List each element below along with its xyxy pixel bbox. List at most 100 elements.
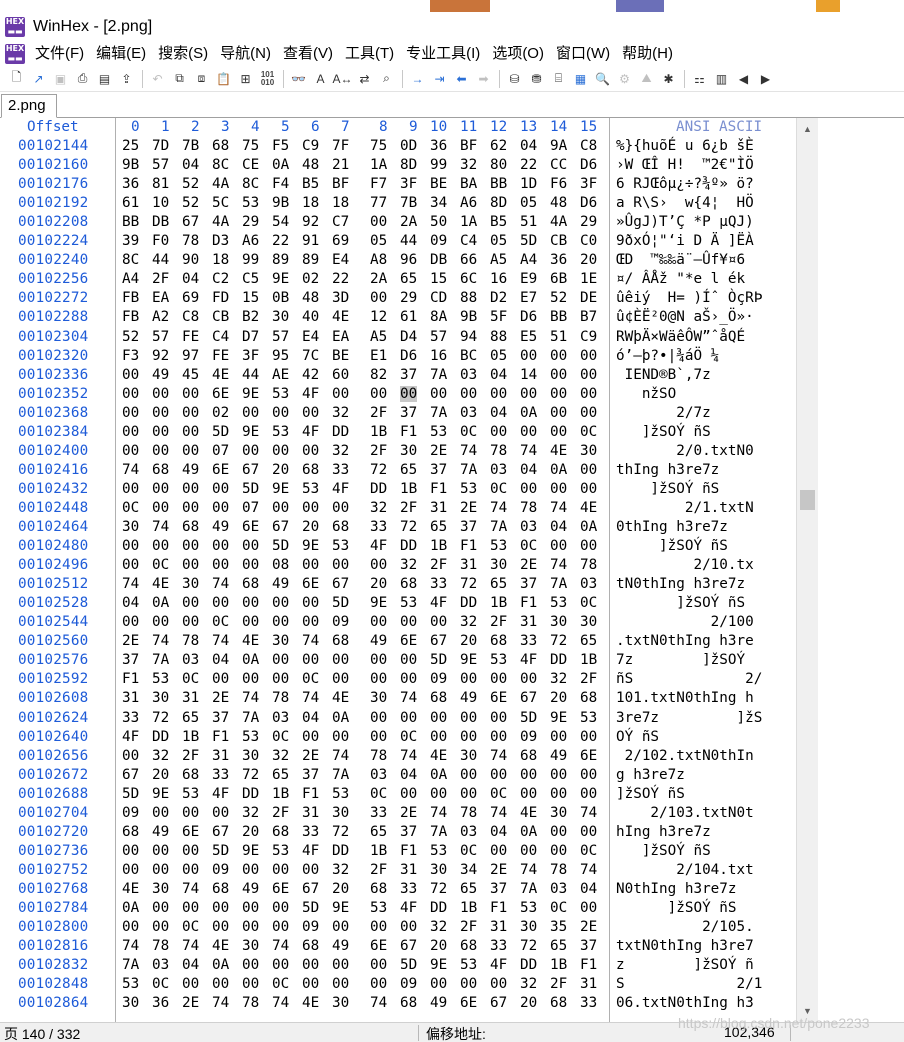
hex-byte[interactable]: 00 bbox=[430, 614, 447, 630]
hex-byte[interactable]: 57 bbox=[152, 329, 169, 345]
ansi-text[interactable]: ]žSOÝ ñS bbox=[616, 481, 719, 497]
hex-byte[interactable]: 00 bbox=[182, 862, 199, 878]
hex-byte[interactable]: 00 bbox=[580, 462, 597, 478]
hex-byte[interactable]: 09 bbox=[332, 614, 349, 630]
hex-row[interactable]: 00102160 9B 57 04 8C CE 0A 48 21 1A 8D 99 32 80 22 CC D6… bbox=[0, 157, 796, 176]
hex-byte[interactable]: 4F bbox=[212, 786, 229, 802]
disk-icon[interactable]: ⛁ bbox=[504, 69, 525, 89]
hex-byte[interactable]: 00 bbox=[460, 729, 477, 745]
hex-byte[interactable]: 02 bbox=[212, 405, 229, 421]
hex-byte[interactable]: 0A bbox=[580, 519, 597, 535]
hex-byte[interactable]: 4E bbox=[520, 805, 537, 821]
hex-byte[interactable]: B5 bbox=[302, 176, 319, 192]
hex-byte[interactable]: 7A bbox=[460, 462, 477, 478]
hex-byte[interactable]: 00 bbox=[182, 805, 199, 821]
hex-byte[interactable]: 20 bbox=[520, 995, 537, 1011]
hex-byte[interactable]: 96 bbox=[400, 252, 417, 268]
hex-byte[interactable]: 00 bbox=[370, 976, 387, 992]
hex-byte[interactable]: 53 bbox=[272, 424, 289, 440]
hex-byte[interactable]: 9E bbox=[152, 786, 169, 802]
hex-byte[interactable]: 68 bbox=[332, 519, 349, 535]
hex-byte[interactable]: 39 bbox=[122, 233, 139, 249]
hex-byte[interactable]: 20 bbox=[550, 690, 567, 706]
hex-byte[interactable]: 32 bbox=[242, 805, 259, 821]
hex-byte[interactable]: 89 bbox=[272, 252, 289, 268]
hex-byte[interactable]: 67 bbox=[212, 824, 229, 840]
hex-byte[interactable]: 44 bbox=[400, 233, 417, 249]
hex-byte[interactable]: 00 bbox=[182, 595, 199, 611]
ansi-text[interactable]: OÝ ñS bbox=[616, 729, 659, 745]
hex-row[interactable]: 00102624 33 72 65 37 7A 03 04 0A 00 00 00 00 00 5D 9E 53… bbox=[0, 710, 796, 729]
hex-byte[interactable]: 37 bbox=[580, 938, 597, 954]
hex-byte[interactable]: 2F bbox=[272, 805, 289, 821]
hex-byte[interactable]: F1 bbox=[520, 595, 537, 611]
hex-byte[interactable]: 1A bbox=[460, 214, 477, 230]
hex-byte[interactable]: 30 bbox=[182, 576, 199, 592]
replace-hex-icon[interactable]: ⇄ bbox=[354, 69, 375, 89]
hex-byte[interactable]: 30 bbox=[332, 995, 349, 1011]
hex-byte[interactable]: 0A bbox=[332, 710, 349, 726]
hex-byte[interactable]: 74 bbox=[490, 500, 507, 516]
hex-byte[interactable]: 30 bbox=[400, 443, 417, 459]
ansi-text[interactable]: 2/0.txtN0 bbox=[616, 443, 753, 459]
hex-byte[interactable]: 99 bbox=[430, 157, 447, 173]
hex-byte[interactable]: 4F bbox=[302, 424, 319, 440]
hex-byte[interactable]: 2F bbox=[490, 614, 507, 630]
hex-byte[interactable]: 00 bbox=[152, 405, 169, 421]
hex-byte[interactable]: 00 bbox=[182, 481, 199, 497]
hex-byte[interactable]: 34 bbox=[460, 862, 477, 878]
hex-byte[interactable]: 00 bbox=[520, 424, 537, 440]
hex-byte[interactable]: 77 bbox=[370, 195, 387, 211]
hex-byte[interactable]: 09 bbox=[400, 976, 417, 992]
hex-byte[interactable]: 32 bbox=[152, 748, 169, 764]
hex-byte[interactable]: 74 bbox=[212, 633, 229, 649]
hex-byte[interactable]: 9A bbox=[550, 138, 567, 154]
hex-byte[interactable]: 00 bbox=[580, 538, 597, 554]
hex-byte[interactable]: 32 bbox=[332, 405, 349, 421]
hex-byte[interactable]: 33 bbox=[212, 767, 229, 783]
hex-byte[interactable]: 49 bbox=[212, 519, 229, 535]
hex-byte[interactable]: 3F bbox=[400, 176, 417, 192]
hex-byte[interactable]: 00 bbox=[370, 557, 387, 573]
hex-byte[interactable]: 00 bbox=[332, 729, 349, 745]
hex-byte[interactable]: 00 bbox=[490, 386, 507, 402]
hex-byte[interactable]: 68 bbox=[212, 881, 229, 897]
hex-byte[interactable]: 00 bbox=[370, 671, 387, 687]
hex-byte[interactable]: 20 bbox=[430, 938, 447, 954]
hex-byte[interactable]: 00 bbox=[430, 786, 447, 802]
hex-byte[interactable]: 91 bbox=[302, 233, 319, 249]
hex-byte[interactable]: 49 bbox=[152, 824, 169, 840]
hex-byte[interactable]: 37 bbox=[490, 881, 507, 897]
hex-byte[interactable]: 00 bbox=[302, 500, 319, 516]
hex-byte[interactable]: 20 bbox=[332, 881, 349, 897]
ansi-text[interactable]: 2/102.txtN0thIn bbox=[616, 748, 754, 764]
hex-row[interactable]: 00102384 00 00 00 5D 9E 53 4F DD 1B F1 53 0C 00 00 00 0C… bbox=[0, 424, 796, 443]
hex-byte[interactable]: 72 bbox=[400, 519, 417, 535]
hex-byte[interactable]: 68 bbox=[242, 576, 259, 592]
hex-byte[interactable]: F1 bbox=[490, 900, 507, 916]
hex-byte[interactable]: 9B bbox=[122, 157, 139, 173]
hex-byte[interactable]: 74 bbox=[550, 500, 567, 516]
hex-byte[interactable]: 00 bbox=[212, 919, 229, 935]
hex-byte[interactable]: 08 bbox=[272, 557, 289, 573]
hex-byte[interactable]: 68 bbox=[460, 938, 477, 954]
hex-byte[interactable]: 49 bbox=[332, 938, 349, 954]
hex-byte[interactable]: 00 bbox=[550, 481, 567, 497]
hex-byte[interactable]: 04 bbox=[520, 462, 537, 478]
menu-window[interactable]: 窗口(W) bbox=[552, 42, 618, 66]
hex-byte[interactable]: 05 bbox=[490, 348, 507, 364]
hex-byte[interactable]: 53 bbox=[182, 786, 199, 802]
hex-byte[interactable]: 1B bbox=[460, 900, 477, 916]
ansi-text[interactable]: ]žSOÝ ñS bbox=[616, 786, 685, 802]
hex-byte[interactable]: 0C bbox=[302, 671, 319, 687]
print-icon[interactable]: ⎙ bbox=[72, 69, 93, 89]
hex-byte[interactable]: 2F bbox=[400, 500, 417, 516]
hex-byte[interactable]: 00 bbox=[550, 367, 567, 383]
hex-byte[interactable]: 65 bbox=[400, 462, 417, 478]
back-icon[interactable]: ⬅ bbox=[451, 69, 472, 89]
row-offset[interactable]: 00102144 bbox=[18, 138, 88, 154]
hex-byte[interactable]: 67 bbox=[400, 938, 417, 954]
hex-byte[interactable]: 72 bbox=[242, 767, 259, 783]
hex-byte[interactable]: 00 bbox=[550, 824, 567, 840]
row-offset[interactable]: 00102688 bbox=[18, 786, 88, 802]
